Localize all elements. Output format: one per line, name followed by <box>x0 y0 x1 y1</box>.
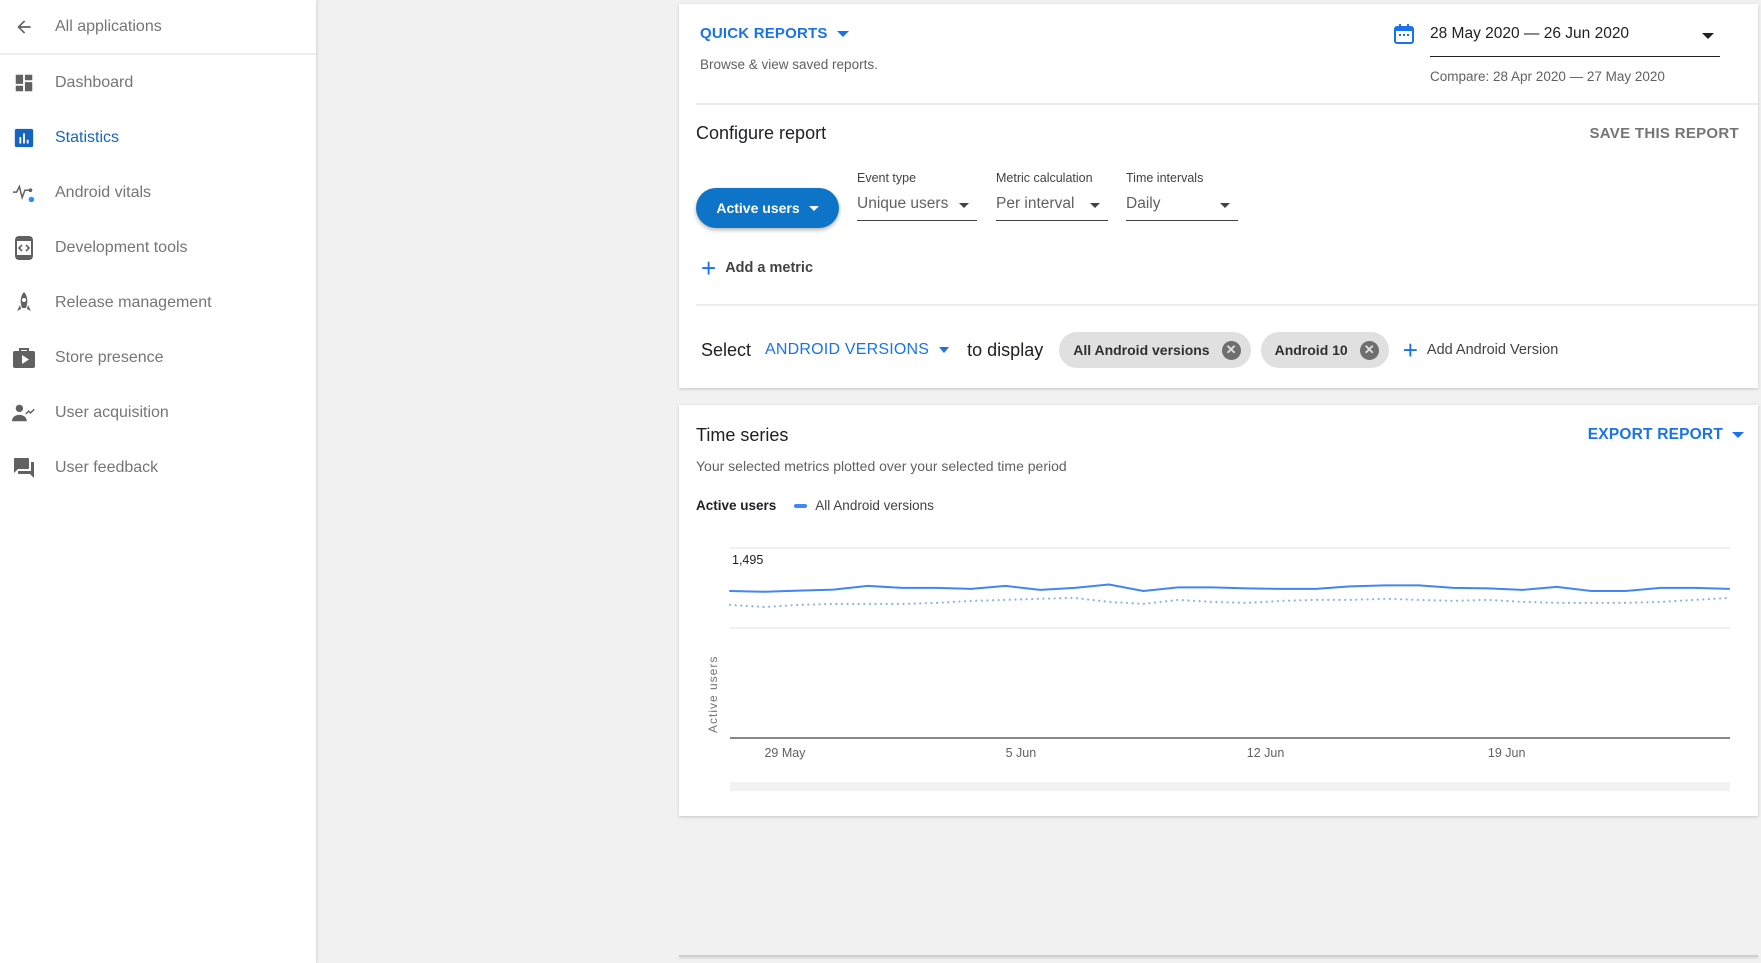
x-tick-label: 5 Jun <box>1006 746 1037 760</box>
feedback-icon <box>12 456 36 480</box>
caret-down-icon <box>836 30 849 37</box>
event-type-select[interactable]: Unique users <box>857 191 977 221</box>
bottom-card-edge <box>679 955 1758 957</box>
caret-down-icon <box>1702 33 1714 39</box>
time-series-title: Time series <box>696 425 789 445</box>
dimension-select-row: Select ANDROID VERSIONS to display All A… <box>701 332 1558 368</box>
chart-legend: Active users All Android versions <box>696 498 934 513</box>
configure-report-title: Configure report <box>696 123 827 143</box>
chip-android-10: Android 10 ✕ <box>1260 332 1389 368</box>
sidebar-item-statistics[interactable]: Statistics <box>0 110 316 165</box>
x-tick-label: 12 Jun <box>1247 746 1285 760</box>
caret-down-icon <box>959 203 969 208</box>
remove-chip-icon[interactable]: ✕ <box>1221 340 1241 360</box>
time-series-card: 1,495 Active users 29 May 5 Jun 12 Jun 19 Jun… <box>679 405 1758 816</box>
plus-icon: + <box>701 253 717 283</box>
back-to-all-applications[interactable]: All applications <box>0 0 316 55</box>
quick-reports-dropdown[interactable]: QUICK REPORTS <box>700 25 849 42</box>
x-tick-label: 19 Jun <box>1488 746 1526 760</box>
y-tick-label: 1,495 <box>732 553 763 567</box>
bar-chart-icon <box>12 126 36 150</box>
chip-all-android-versions: All Android versions ✕ <box>1059 332 1251 368</box>
caret-down-icon <box>808 205 819 211</box>
rocket-icon <box>12 291 36 315</box>
dashboard-icon <box>12 71 36 95</box>
chart-scroll-track[interactable] <box>730 782 1730 791</box>
sidebar-item-development-tools[interactable]: Development tools <box>0 220 316 275</box>
quick-reports-subtitle: Browse & view saved reports. <box>700 57 878 72</box>
event-type-field: Event type Unique users <box>857 171 977 221</box>
x-tick-label: 29 May <box>764 746 806 760</box>
sidebar-item-user-acquisition[interactable]: User acquisition <box>0 385 316 440</box>
sidebar-item-user-feedback[interactable]: User feedback <box>0 440 316 495</box>
arrow-back-icon <box>12 15 36 39</box>
caret-down-icon <box>1090 203 1100 208</box>
add-metric-button[interactable]: + Add a metric <box>701 253 813 283</box>
metric-selector-pill[interactable]: Active users <box>696 188 839 228</box>
remove-chip-icon[interactable]: ✕ <box>1359 340 1379 360</box>
divider <box>696 304 1758 306</box>
time-intervals-field: Time intervals Daily <box>1126 171 1238 221</box>
time-intervals-select[interactable]: Daily <box>1126 191 1238 221</box>
calendar-icon[interactable] <box>1394 24 1414 44</box>
date-range-field[interactable]: 28 May 2020 — 26 Jun 2020 <box>1430 21 1720 57</box>
sidebar-item-dashboard[interactable]: Dashboard <box>0 55 316 110</box>
caret-down-icon <box>939 347 950 353</box>
add-android-version-button[interactable]: + Add Android Version <box>1402 335 1559 365</box>
legend-swatch <box>794 503 808 508</box>
sidebar: All applications Dashboard Statistics An… <box>0 0 316 963</box>
report-config-card: QUICK REPORTS Browse & view saved report… <box>679 4 1758 388</box>
time-series-subtitle: Your selected metrics plotted over your … <box>696 458 1067 474</box>
series-line-compare <box>728 596 1731 609</box>
dimension-dropdown[interactable]: ANDROID VERSIONS <box>765 341 950 359</box>
divider <box>696 103 1758 105</box>
sidebar-item-store-presence[interactable]: Store presence <box>0 330 316 385</box>
vitals-icon <box>12 181 36 205</box>
code-device-icon <box>12 235 36 260</box>
store-play-icon <box>12 346 36 370</box>
save-report-button[interactable]: SAVE THIS REPORT <box>1589 125 1739 142</box>
compare-range: Compare: 28 Apr 2020 — 27 May 2020 <box>1430 69 1665 84</box>
back-label: All applications <box>55 17 162 35</box>
y-axis-label: Active users <box>706 656 720 733</box>
metric-calculation-select[interactable]: Per interval <box>996 191 1108 221</box>
sidebar-item-release-management[interactable]: Release management <box>0 275 316 330</box>
series-line-current <box>729 583 1731 593</box>
sidebar-item-android-vitals[interactable]: Android vitals <box>0 165 316 220</box>
date-range-picker: 28 May 2020 — 26 Jun 2020 Compare: 28 Ap… <box>1394 21 1720 84</box>
metric-calculation-field: Metric calculation Per interval <box>996 171 1108 221</box>
caret-down-icon <box>1732 432 1744 438</box>
user-acquisition-icon <box>12 401 36 425</box>
caret-down-icon <box>1220 203 1230 208</box>
export-report-dropdown[interactable]: EXPORT REPORT <box>1588 426 1744 444</box>
plus-icon: + <box>1402 335 1418 365</box>
